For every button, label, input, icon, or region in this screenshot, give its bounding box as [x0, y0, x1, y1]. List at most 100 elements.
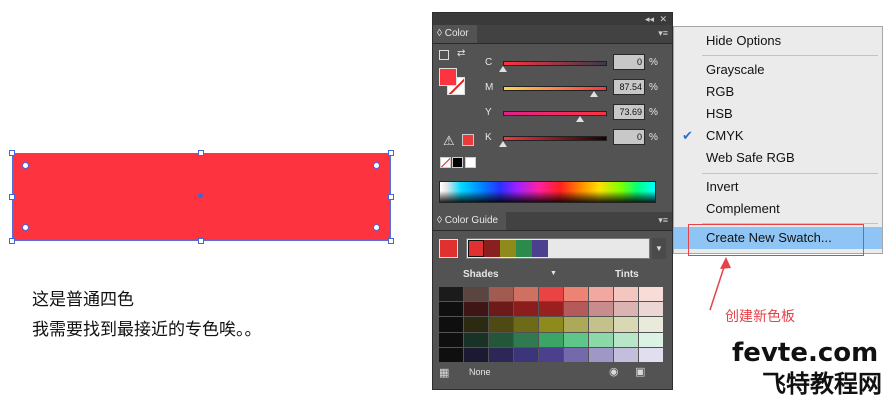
guide-swatch[interactable]	[514, 287, 538, 302]
edit-colors-icon[interactable]: ◉	[609, 365, 619, 378]
tab-color-guide[interactable]: ◊ Color Guide	[433, 212, 507, 230]
guide-swatch[interactable]	[439, 302, 463, 317]
guide-swatch[interactable]	[439, 317, 463, 332]
guide-swatch[interactable]	[589, 287, 613, 302]
guide-swatch[interactable]	[589, 347, 613, 362]
harmony-color-swatch[interactable]	[500, 240, 516, 257]
value-field-c[interactable]: 0	[613, 54, 645, 70]
value-field-y[interactable]: 73.69	[613, 104, 645, 120]
slider-track-c[interactable]	[503, 61, 607, 66]
guide-swatch[interactable]	[614, 317, 638, 332]
guide-swatch[interactable]	[464, 317, 488, 332]
selection-handle-top-right[interactable]	[388, 150, 394, 156]
panel-menu-icon[interactable]: ▾≡	[658, 29, 668, 38]
menu-item-grayscale[interactable]: Grayscale	[674, 59, 882, 81]
panel-title-bar[interactable]: ◂◂ ✕	[433, 13, 672, 25]
guide-swatch[interactable]	[539, 347, 563, 362]
guide-swatch[interactable]	[489, 287, 513, 302]
out-of-gamut-warning-icon[interactable]: ⚠	[443, 133, 455, 149]
guide-swatch[interactable]	[514, 317, 538, 332]
guide-swatch[interactable]	[564, 302, 588, 317]
save-color-group-icon[interactable]: ▣	[635, 365, 645, 378]
guide-swatch[interactable]	[464, 287, 488, 302]
corner-radius-widget[interactable]	[373, 224, 380, 231]
selection-handle-bottom-right[interactable]	[388, 238, 394, 244]
harmony-color-swatch[interactable]	[468, 240, 484, 257]
close-icon[interactable]: ✕	[659, 13, 667, 25]
guide-swatch[interactable]	[514, 332, 538, 347]
variation-dropdown-icon[interactable]: ▼	[550, 270, 557, 277]
color-guide-menu-icon[interactable]: ▾≡	[658, 216, 668, 225]
guide-swatch[interactable]	[589, 317, 613, 332]
harmony-color-swatch[interactable]	[516, 240, 532, 257]
selection-handle-top-left[interactable]	[9, 150, 15, 156]
guide-swatch[interactable]	[464, 332, 488, 347]
harmony-rules-dropdown[interactable]	[466, 238, 650, 259]
guide-swatch[interactable]	[514, 302, 538, 317]
guide-swatch[interactable]	[439, 347, 463, 362]
harmony-color-swatch[interactable]	[532, 240, 548, 257]
menu-item-web-safe-rgb[interactable]: Web Safe RGB	[674, 147, 882, 169]
black-swatch[interactable]	[452, 157, 463, 168]
guide-swatch[interactable]	[489, 317, 513, 332]
guide-swatch[interactable]	[464, 302, 488, 317]
base-color-swatch[interactable]	[439, 239, 458, 258]
guide-swatch[interactable]	[539, 287, 563, 302]
guide-swatch[interactable]	[614, 287, 638, 302]
guide-swatch[interactable]	[639, 317, 663, 332]
gamut-correction-swatch[interactable]	[462, 134, 474, 146]
menu-item-hsb[interactable]: HSB	[674, 103, 882, 125]
value-field-m[interactable]: 87.54	[613, 79, 645, 95]
guide-swatch[interactable]	[614, 332, 638, 347]
guide-swatch[interactable]	[539, 317, 563, 332]
guide-swatch[interactable]	[614, 347, 638, 362]
corner-radius-widget[interactable]	[22, 162, 29, 169]
guide-swatch[interactable]	[639, 287, 663, 302]
collapse-icon[interactable]: ◂◂	[645, 13, 654, 25]
guide-swatch[interactable]	[639, 332, 663, 347]
menu-item-rgb[interactable]: RGB	[674, 81, 882, 103]
guide-swatch[interactable]	[439, 332, 463, 347]
slider-thumb-m[interactable]	[590, 91, 599, 97]
white-swatch[interactable]	[465, 157, 476, 168]
slider-track-k[interactable]	[503, 136, 607, 141]
guide-swatch[interactable]	[464, 347, 488, 362]
guide-swatch[interactable]	[489, 302, 513, 317]
guide-swatch[interactable]	[614, 302, 638, 317]
guide-swatch[interactable]	[639, 302, 663, 317]
menu-item-hide-options[interactable]: Hide Options	[674, 30, 882, 52]
selection-handle-top-center[interactable]	[198, 150, 204, 156]
none-swatch[interactable]	[440, 157, 451, 168]
corner-radius-widget[interactable]	[373, 162, 380, 169]
guide-swatch[interactable]	[564, 347, 588, 362]
slider-thumb-k[interactable]	[499, 141, 507, 147]
guide-swatch[interactable]	[589, 302, 613, 317]
swatch-libraries-icon[interactable]: ▦	[439, 366, 449, 379]
slider-thumb-y[interactable]	[575, 116, 584, 122]
guide-swatch[interactable]	[564, 287, 588, 302]
guide-swatch[interactable]	[564, 332, 588, 347]
swap-colors-icon[interactable]: ⇄	[457, 48, 465, 59]
selection-handle-middle-left[interactable]	[9, 194, 15, 200]
slider-thumb-c[interactable]	[499, 66, 507, 72]
harmony-dropdown-arrow-icon[interactable]: ▼	[652, 238, 666, 259]
tab-color[interactable]: ◊ Color	[433, 25, 477, 43]
selection-handle-bottom-center[interactable]	[198, 238, 204, 244]
selection-handle-middle-right[interactable]	[388, 194, 394, 200]
guide-swatch[interactable]	[514, 347, 538, 362]
guide-swatch[interactable]	[589, 332, 613, 347]
default-colors-icon[interactable]	[439, 50, 449, 60]
guide-swatch[interactable]	[489, 332, 513, 347]
guide-swatch[interactable]	[539, 332, 563, 347]
menu-item-invert[interactable]: Invert	[674, 176, 882, 198]
harmony-color-swatch[interactable]	[484, 240, 500, 257]
guide-swatch[interactable]	[439, 287, 463, 302]
guide-swatch[interactable]	[639, 347, 663, 362]
menu-item-cmyk[interactable]: ✔ CMYK	[674, 125, 882, 147]
fill-swatch[interactable]	[439, 68, 457, 86]
guide-swatch[interactable]	[539, 302, 563, 317]
slider-track-y[interactable]	[503, 111, 607, 116]
guide-swatch[interactable]	[489, 347, 513, 362]
color-spectrum[interactable]	[439, 181, 656, 203]
guide-swatch[interactable]	[564, 317, 588, 332]
